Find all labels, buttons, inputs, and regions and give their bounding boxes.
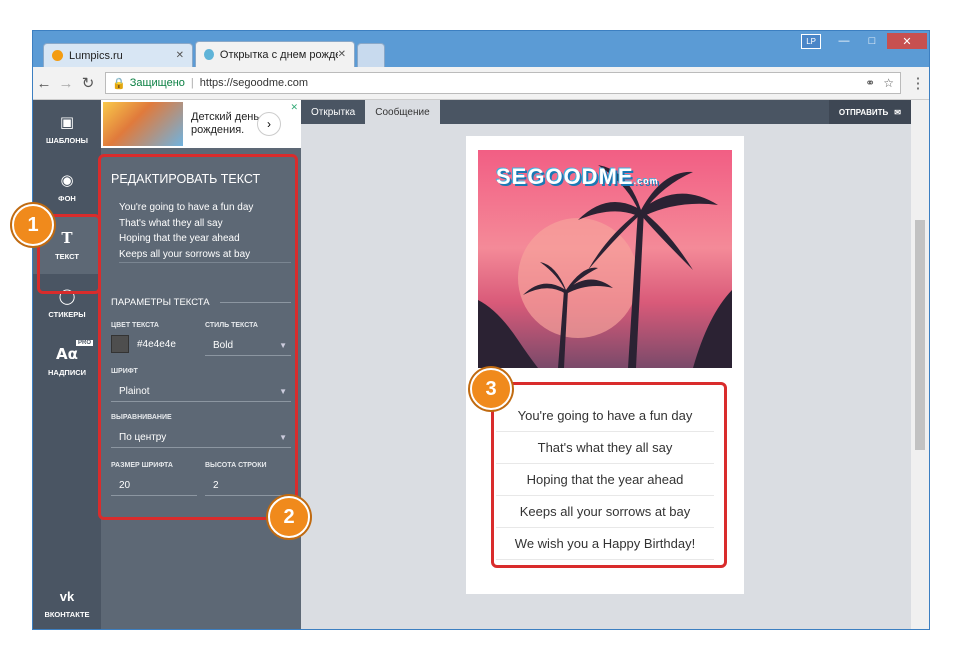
ad-banner[interactable]: Детский день рождения. › ✕ — [101, 100, 301, 148]
sidebar-item-label: ФОН — [58, 194, 76, 203]
lock-icon: 🔒 — [112, 77, 126, 90]
segoodme-favicon-icon — [204, 49, 214, 60]
sidebar-item-label: НАДПИСИ — [47, 368, 87, 377]
send-button[interactable]: ОТПРАВИТЬ ✉ — [828, 100, 911, 124]
menu-icon[interactable]: ⋮ — [907, 74, 929, 92]
new-tab-button[interactable] — [357, 43, 385, 67]
forward-icon[interactable]: → — [55, 75, 77, 92]
vk-label: ВКОНТАКТЕ — [44, 610, 90, 619]
sidebar-item-templates[interactable]: ▣ ШАБЛОНЫ — [33, 100, 101, 158]
back-icon[interactable]: ← — [33, 75, 55, 92]
vk-button[interactable]: vk ВКОНТАКТЕ — [33, 589, 101, 619]
close-tab-icon[interactable]: ✕ — [176, 50, 184, 61]
secure-label: Защищено — [129, 77, 185, 89]
scrollbar-thumb[interactable] — [915, 220, 925, 450]
minimize-icon[interactable]: — — [831, 33, 857, 49]
reload-icon[interactable]: ↻ — [77, 74, 99, 92]
tab-segoodme[interactable]: Открытка с днем рожде... ✕ — [195, 41, 355, 67]
lumpics-favicon-icon — [52, 50, 63, 61]
page-scrollbar[interactable] — [911, 100, 929, 629]
browser-tabs: Lumpics.ru ✕ Открытка с днем рожде... ✕ — [43, 41, 387, 67]
profile-button[interactable]: LP — [801, 33, 821, 49]
tab-title: Открытка с днем рожде... — [219, 48, 338, 61]
background-icon: ◉ — [60, 171, 74, 189]
ad-arrow-icon[interactable]: › — [257, 112, 281, 136]
card-image[interactable]: SEGOODME.com — [478, 150, 732, 368]
template-icon: ▣ — [59, 113, 75, 131]
tab-lumpics[interactable]: Lumpics.ru ✕ — [43, 43, 193, 67]
key-icon[interactable]: ⚭ — [865, 76, 875, 90]
address-bar[interactable]: 🔒 Защищено | https://segoodme.com ⚭ ☆ — [105, 72, 901, 94]
highlight-card-text — [491, 382, 727, 568]
ad-close-icon[interactable]: ✕ — [290, 102, 298, 113]
ad-image — [103, 102, 183, 146]
segoodme-logo: SEGOODME.com — [496, 164, 659, 189]
send-label: ОТПРАВИТЬ — [838, 107, 889, 117]
separator: | — [190, 77, 194, 89]
annotation-badge-2: 2 — [268, 496, 310, 538]
annotation-badge-1: 1 — [12, 204, 54, 246]
highlight-editor-panel — [98, 154, 298, 520]
omnibox-actions: ⚭ ☆ — [865, 76, 894, 90]
send-icon: ✉ — [894, 107, 901, 117]
annotation-badge-3: 3 — [470, 368, 512, 410]
tab-message[interactable]: Сообщение — [365, 100, 440, 124]
left-sidebar: ▣ ШАБЛОНЫ ◉ ФОН T ТЕКСТ ◯ СТИКЕРЫ Aα PRO… — [33, 100, 101, 629]
pro-badge: PRO — [75, 340, 93, 346]
sidebar-item-label: СТИКЕРЫ — [48, 310, 86, 319]
content-tabbar: Открытка Сообщение ОТПРАВИТЬ ✉ — [301, 100, 911, 124]
browser-toolbar: ← → ↻ 🔒 Защищено | https://segoodme.com … — [33, 67, 929, 100]
bookmark-star-icon[interactable]: ☆ — [883, 76, 894, 90]
sidebar-item-captions[interactable]: Aα PRO НАДПИСИ — [33, 332, 101, 390]
tab-title: Lumpics.ru — [69, 49, 123, 62]
tab-card[interactable]: Открытка — [301, 100, 365, 124]
sidebar-item-label: ШАБЛОНЫ — [45, 136, 88, 145]
vk-icon: vk — [59, 589, 75, 604]
window-controls: LP — □ ✕ — [801, 33, 927, 49]
url-text: https://segoodme.com — [199, 77, 308, 89]
close-icon[interactable]: ✕ — [887, 33, 927, 49]
caption-icon: Aα — [56, 345, 78, 363]
close-tab-icon[interactable]: ✕ — [338, 49, 346, 60]
maximize-icon[interactable]: □ — [859, 33, 885, 49]
ad-text: Детский день рождения. — [191, 111, 260, 136]
